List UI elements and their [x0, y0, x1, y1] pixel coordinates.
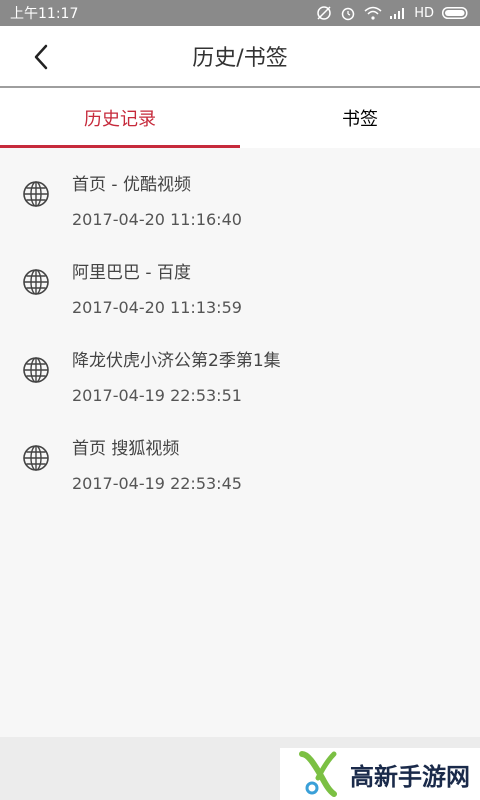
- battery-icon: [442, 7, 468, 19]
- status-icons: HD: [316, 5, 470, 21]
- tab-history[interactable]: 历史记录: [0, 88, 240, 148]
- history-item[interactable]: 首页 - 优酷视频 2017-04-20 11:16:40: [0, 148, 480, 236]
- wifi-icon: [364, 6, 382, 20]
- network-label: HD: [414, 5, 434, 21]
- history-item-title: 降龙伏虎小济公第2季第1集: [72, 351, 281, 371]
- status-time: 上午11:17: [10, 6, 79, 22]
- logo-icon: [299, 751, 337, 797]
- page-title: 历史/书签: [192, 46, 288, 71]
- tab-bar: 历史记录 书签: [0, 88, 480, 148]
- history-item-title: 首页 - 优酷视频: [72, 175, 191, 195]
- history-item-title: 首页 搜狐视频: [72, 439, 180, 459]
- globe-icon: [23, 181, 49, 207]
- tab-bookmarks[interactable]: 书签: [240, 88, 480, 148]
- watermark-text: 高新手游网: [350, 762, 470, 791]
- history-item-time: 2017-04-20 11:16:40: [72, 210, 242, 229]
- app-header: 历史/书签: [0, 26, 480, 88]
- globe-icon: [23, 445, 49, 471]
- history-item-time: 2017-04-19 22:53:45: [72, 474, 242, 493]
- history-item-title: 阿里巴巴 - 百度: [72, 263, 191, 283]
- history-item[interactable]: 首页 搜狐视频 2017-04-19 22:53:45: [0, 412, 480, 500]
- globe-icon: [23, 269, 49, 295]
- history-item-time: 2017-04-20 11:13:59: [72, 298, 242, 317]
- sync-off-icon: [317, 6, 331, 20]
- history-item[interactable]: 阿里巴巴 - 百度 2017-04-20 11:13:59: [0, 236, 480, 324]
- history-list: 首页 - 优酷视频 2017-04-20 11:16:40 阿里巴巴 - 百度 …: [0, 148, 480, 500]
- history-item-time: 2017-04-19 22:53:51: [72, 386, 242, 405]
- watermark: 高新手游网: [280, 748, 480, 800]
- status-bar: 上午11:17 HD: [0, 0, 480, 26]
- globe-icon: [23, 357, 49, 383]
- alarm-icon: [341, 7, 355, 21]
- signal-icon: [390, 8, 405, 19]
- history-item[interactable]: 降龙伏虎小济公第2季第1集 2017-04-19 22:53:51: [0, 324, 480, 412]
